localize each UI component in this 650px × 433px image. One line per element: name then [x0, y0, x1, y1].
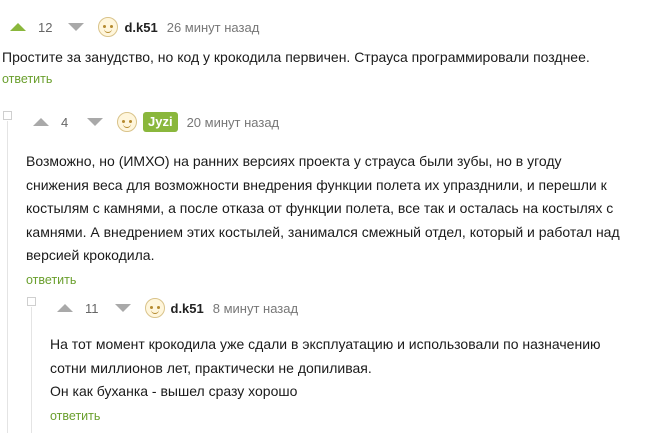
comment-header: 11 d.k51 8 минут назад	[50, 297, 630, 319]
comment-line: На тот момент крокодила уже сдали в эксп…	[50, 336, 601, 352]
reply-link[interactable]: ответить	[26, 273, 76, 287]
reply-link[interactable]: ответить	[2, 72, 52, 86]
avatar[interactable]	[144, 298, 165, 318]
comment-line: Он как буханка - вышел сразу хорошо	[50, 383, 298, 399]
collapse-toggle[interactable]	[27, 297, 36, 306]
rating-count: 12	[38, 19, 53, 35]
username[interactable]: d.k51	[171, 301, 204, 316]
comment-line: сотни миллионов лет, практически не допи…	[50, 359, 372, 376]
comment-1: 12 d.k51 26 минут назад Простите за зану…	[2, 16, 642, 88]
rating-count: 11	[85, 300, 99, 316]
username[interactable]: d.k51	[124, 20, 157, 35]
collapse-toggle[interactable]	[3, 111, 12, 120]
comment-text: На тот момент крокодила уже сдали в эксп…	[50, 333, 630, 404]
thread-line	[31, 307, 32, 433]
upvote-icon[interactable]	[57, 304, 73, 312]
timestamp[interactable]: 8 минут назад	[213, 301, 298, 316]
comment-text: Простите за занудство, но код у крокодил…	[2, 49, 590, 65]
comment-header: 4 Jyzi 20 минут назад	[26, 111, 626, 133]
timestamp[interactable]: 20 минут назад	[187, 115, 280, 130]
username-badge[interactable]: Jyzi	[143, 112, 178, 132]
upvote-icon[interactable]	[33, 118, 49, 126]
avatar[interactable]	[98, 17, 119, 37]
comment-text: Возможно, но (ИМХО) на ранних версиях пр…	[26, 153, 620, 263]
timestamp[interactable]: 26 минут назад	[167, 20, 260, 35]
reply-link[interactable]: ответить	[50, 409, 100, 423]
downvote-icon[interactable]	[87, 118, 103, 126]
comment-3: 11 d.k51 8 минут назад На тот момент кро…	[50, 297, 630, 425]
rating-count: 4	[61, 114, 69, 130]
downvote-icon[interactable]	[114, 304, 131, 312]
comment-2: 4 Jyzi 20 минут назад Возможно, но (ИМХО…	[26, 111, 626, 289]
downvote-icon[interactable]	[68, 23, 85, 31]
upvote-icon[interactable]	[10, 23, 26, 31]
thread-line	[7, 121, 8, 433]
comment-header: 12 d.k51 26 минут назад	[2, 16, 642, 38]
avatar[interactable]	[117, 112, 137, 132]
